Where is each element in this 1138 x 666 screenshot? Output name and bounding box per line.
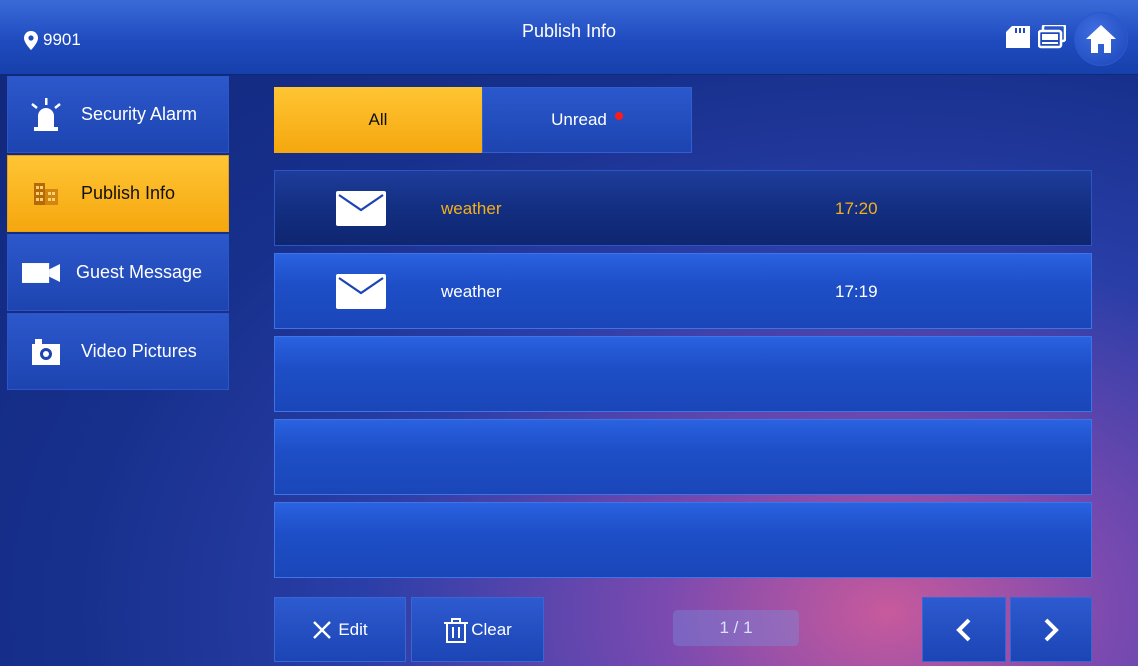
video-camera-icon bbox=[22, 254, 60, 292]
next-page-button[interactable] bbox=[1010, 597, 1092, 662]
message-time: 17:19 bbox=[835, 282, 878, 301]
building-icon bbox=[27, 175, 65, 213]
empty-row bbox=[274, 502, 1092, 578]
close-icon bbox=[312, 620, 332, 640]
sidebar-item-label: Security Alarm bbox=[81, 104, 198, 124]
filter-tabs: All Unread bbox=[274, 87, 692, 153]
empty-row bbox=[274, 336, 1092, 412]
message-subject: weather bbox=[441, 282, 502, 301]
empty-row bbox=[274, 419, 1092, 495]
sd-card-icon bbox=[1006, 25, 1030, 53]
envelope-icon bbox=[336, 191, 386, 226]
message-subject: weather bbox=[441, 199, 502, 218]
message-list: weather 17:20 weather 17:19 bbox=[274, 170, 1092, 585]
sidebar-item-guest-message[interactable]: Guest Message bbox=[7, 234, 229, 311]
clear-label: Clear bbox=[471, 619, 512, 639]
clear-button[interactable]: Clear bbox=[411, 597, 544, 662]
camera-icon bbox=[27, 333, 65, 371]
chevron-left-icon bbox=[956, 618, 971, 641]
message-row[interactable]: weather 17:19 bbox=[274, 253, 1092, 329]
home-icon bbox=[1086, 25, 1116, 53]
chevron-right-icon bbox=[1044, 618, 1059, 641]
tab-unread[interactable]: Unread bbox=[482, 87, 692, 153]
message-row[interactable]: weather 17:20 bbox=[274, 170, 1092, 246]
envelope-icon bbox=[336, 274, 386, 309]
prev-page-button[interactable] bbox=[922, 597, 1006, 662]
sidebar-item-label: Publish Info bbox=[81, 183, 176, 203]
tab-unread-label: Unread bbox=[551, 110, 607, 129]
monitor-icon[interactable] bbox=[1037, 23, 1067, 54]
sidebar: Security Alarm Publish Info Guest Messag… bbox=[7, 76, 229, 392]
alarm-light-icon bbox=[27, 96, 65, 134]
edit-button[interactable]: Edit bbox=[274, 597, 406, 662]
top-bar: 9901 Publish Info bbox=[0, 0, 1138, 75]
sidebar-item-label: Guest Message bbox=[76, 262, 203, 282]
sidebar-item-publish-info[interactable]: Publish Info bbox=[7, 155, 229, 232]
sidebar-item-security-alarm[interactable]: Security Alarm bbox=[7, 76, 229, 153]
page-title: Publish Info bbox=[521, 21, 617, 41]
sidebar-item-label: Video Pictures bbox=[81, 341, 197, 361]
unread-dot bbox=[614, 112, 623, 120]
message-time: 17:20 bbox=[835, 199, 878, 218]
edit-label: Edit bbox=[338, 619, 368, 639]
tab-all-label: All bbox=[368, 110, 388, 129]
home-button[interactable] bbox=[1074, 12, 1128, 66]
trash-icon bbox=[443, 617, 469, 643]
sidebar-item-video-pictures[interactable]: Video Pictures bbox=[7, 313, 229, 390]
page-indicator: 1 / 1 bbox=[673, 610, 799, 646]
tab-all[interactable]: All bbox=[274, 87, 482, 153]
